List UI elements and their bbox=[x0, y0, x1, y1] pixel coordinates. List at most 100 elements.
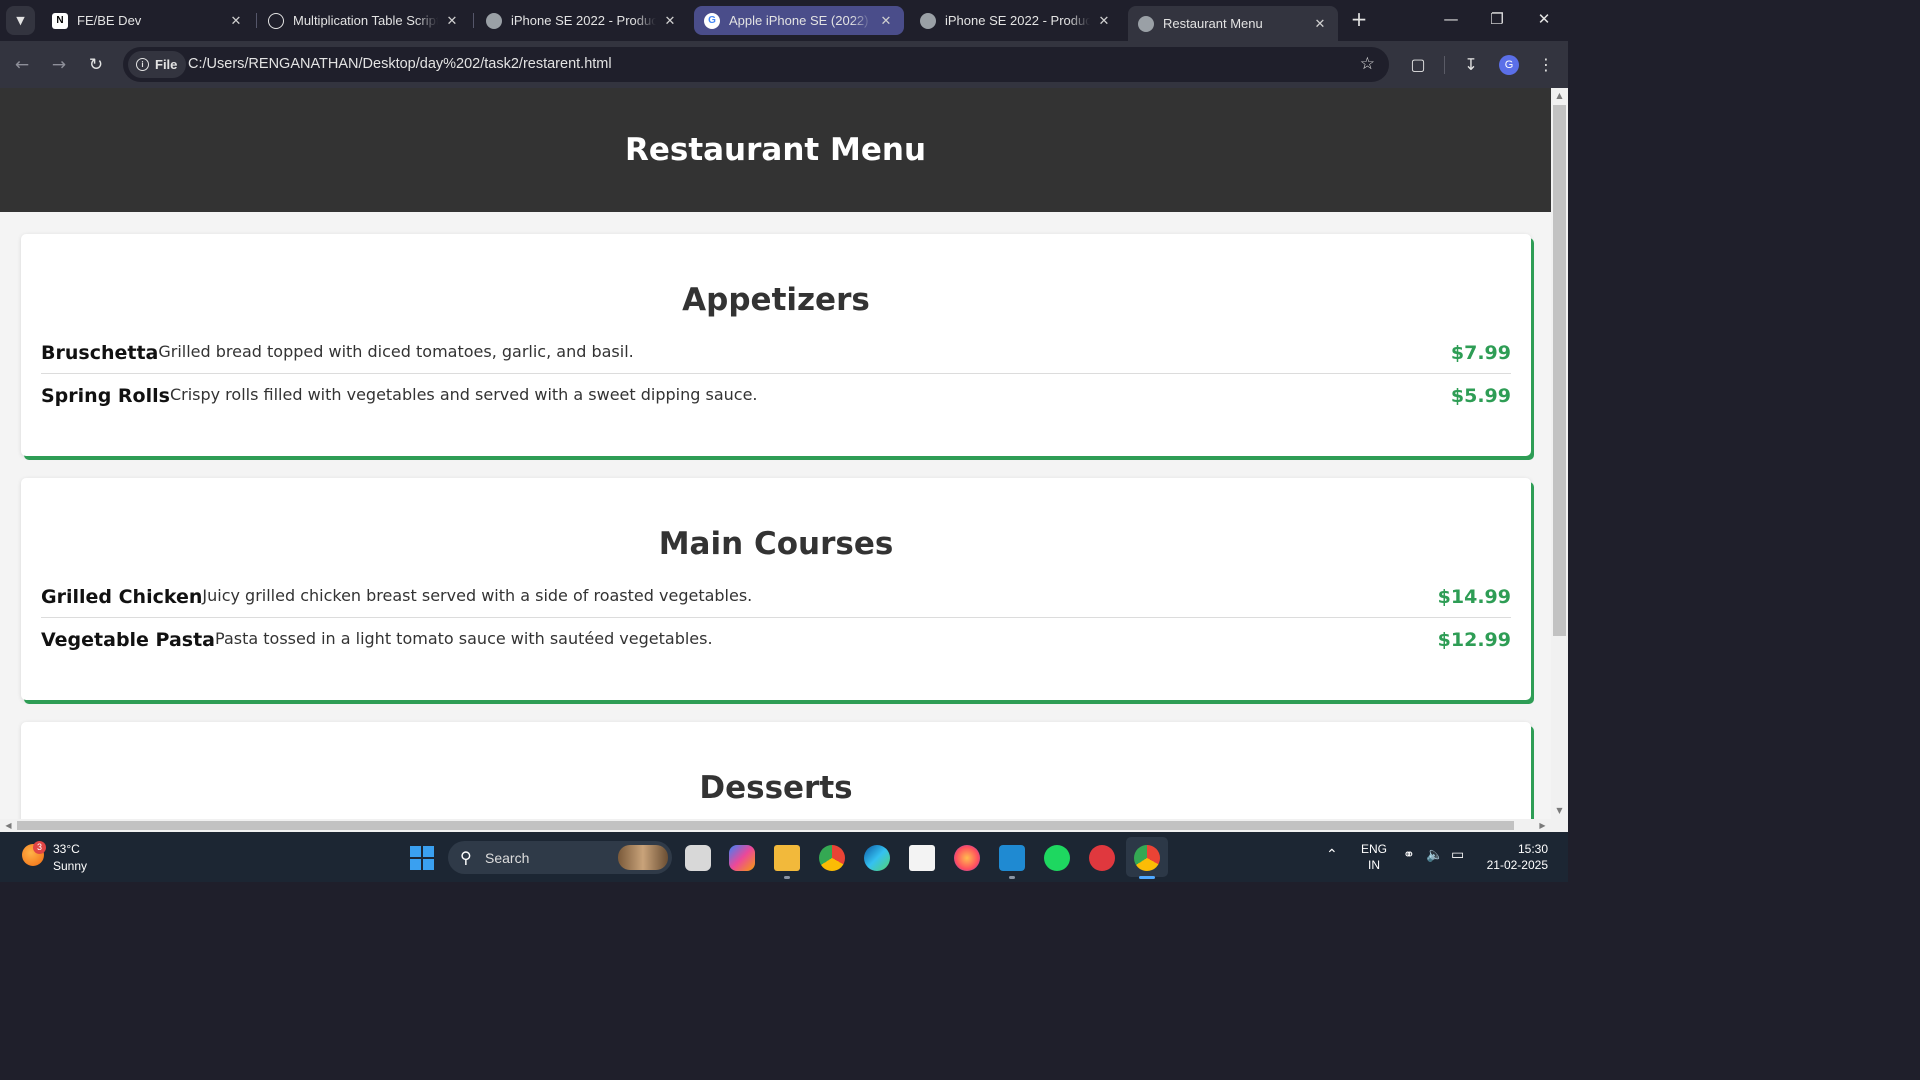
tray-chevron-up-icon[interactable]: ⌃ bbox=[1326, 846, 1338, 863]
close-window-icon[interactable]: ✕ bbox=[1533, 8, 1555, 30]
tab-restaurant-menu[interactable]: Restaurant Menu ✕ bbox=[1128, 6, 1338, 41]
site-info-chip[interactable]: i File bbox=[128, 51, 187, 78]
address-bar[interactable]: i File C:/Users/RENGANATHAN/Desktop/day%… bbox=[123, 47, 1389, 82]
tab-search-button[interactable]: ▼ bbox=[6, 6, 35, 35]
task-view-icon[interactable] bbox=[685, 845, 711, 871]
tab-apple-iphone-se-google[interactable]: G Apple iPhone SE (2022) - G ✕ bbox=[694, 6, 904, 35]
close-icon[interactable]: ✕ bbox=[1096, 13, 1112, 29]
volume-icon[interactable]: 🔈 bbox=[1426, 846, 1443, 863]
horizontal-scrollbar[interactable]: ◀ ▶ bbox=[0, 819, 1568, 832]
edge-icon[interactable] bbox=[864, 845, 890, 871]
close-icon[interactable]: ✕ bbox=[1312, 16, 1328, 32]
menu-item: Bruschetta Grilled bread topped with dic… bbox=[41, 336, 1511, 364]
tab-multiplication-table[interactable]: Multiplication Table Script ✕ bbox=[258, 6, 470, 35]
active-indicator bbox=[1139, 876, 1155, 879]
tab-title: Restaurant Menu bbox=[1163, 16, 1263, 31]
wifi-icon[interactable]: ⚭ bbox=[1403, 846, 1415, 863]
section-title: Main Courses bbox=[658, 526, 894, 562]
browser-toolbar: ← → ↻ i File C:/Users/RENGANATHAN/Deskto… bbox=[0, 41, 1568, 88]
back-icon[interactable]: ← bbox=[10, 53, 34, 77]
menu-item: Vegetable Pasta Pasta tossed in a light … bbox=[41, 629, 1511, 651]
info-icon: i bbox=[136, 58, 149, 71]
language-indicator[interactable]: ENG IN bbox=[1361, 841, 1387, 873]
notification-badge: 3 bbox=[33, 841, 46, 854]
vertical-scrollbar[interactable]: ▲ ▼ bbox=[1551, 88, 1568, 819]
copilot-icon[interactable] bbox=[729, 845, 755, 871]
microsoft-store-icon[interactable] bbox=[909, 845, 935, 871]
tab-title: Multiplication Table Script bbox=[293, 13, 438, 28]
forward-icon[interactable]: → bbox=[47, 53, 71, 77]
tab-iphone-se-product-1[interactable]: iPhone SE 2022 - Product S ✕ bbox=[476, 6, 688, 35]
item-name: Bruschetta bbox=[41, 342, 159, 364]
file-explorer-icon[interactable] bbox=[774, 845, 800, 871]
minimize-icon[interactable]: — bbox=[1440, 8, 1462, 30]
clock-date: 21-02-2025 bbox=[1486, 858, 1548, 872]
item-price: $12.99 bbox=[1437, 629, 1511, 651]
lang-line2: IN bbox=[1368, 858, 1380, 872]
chip-label: File bbox=[155, 57, 178, 72]
chrome-profile-icon[interactable] bbox=[1134, 845, 1160, 871]
chrome-icon[interactable] bbox=[819, 845, 845, 871]
scroll-left-icon[interactable]: ◀ bbox=[0, 819, 17, 832]
battery-icon[interactable]: ▭ bbox=[1451, 846, 1464, 863]
scroll-down-icon[interactable]: ▼ bbox=[1551, 803, 1568, 819]
tab-title: Apple iPhone SE (2022) - G bbox=[729, 13, 872, 28]
windows-start-icon[interactable] bbox=[410, 846, 434, 870]
tab-separator bbox=[473, 13, 474, 28]
menu-item: Grilled Chicken Juicy grilled chicken br… bbox=[41, 580, 1511, 608]
chevron-down-icon: ▼ bbox=[16, 14, 25, 27]
globe-icon bbox=[1138, 15, 1154, 32]
globe-icon bbox=[486, 12, 502, 29]
running-indicator bbox=[784, 876, 790, 879]
section-title: Desserts bbox=[699, 770, 853, 806]
page-viewport: Restaurant Menu Appetizers Bruschetta Gr… bbox=[0, 88, 1551, 819]
google-icon: G bbox=[704, 12, 720, 29]
tab-strip: ▼ N FE/BE Dev ✕ Multiplication Table Scr… bbox=[0, 0, 1568, 41]
tab-separator bbox=[256, 13, 257, 28]
close-icon[interactable]: ✕ bbox=[878, 13, 894, 29]
extensions-icon[interactable]: ▢ bbox=[1406, 53, 1430, 77]
firefox-icon[interactable] bbox=[954, 845, 980, 871]
close-icon[interactable]: ✕ bbox=[228, 13, 244, 29]
tab-fe-be-dev[interactable]: N FE/BE Dev ✕ bbox=[42, 6, 254, 35]
item-description: Crispy rolls filled with vegetables and … bbox=[169, 385, 758, 404]
scroll-up-icon[interactable]: ▲ bbox=[1551, 88, 1568, 104]
clock[interactable]: 15:30 21-02-2025 bbox=[1487, 841, 1548, 873]
close-icon[interactable]: ✕ bbox=[444, 13, 460, 29]
item-divider bbox=[41, 373, 1511, 374]
close-icon[interactable]: ✕ bbox=[662, 13, 678, 29]
item-divider bbox=[41, 617, 1511, 618]
restore-icon[interactable]: ❐ bbox=[1486, 8, 1508, 30]
running-indicator bbox=[1009, 876, 1015, 879]
toolbar-divider bbox=[1444, 56, 1445, 74]
download-icon[interactable]: ↧ bbox=[1459, 53, 1483, 77]
item-price: $14.99 bbox=[1437, 586, 1511, 608]
item-name: Spring Rolls bbox=[41, 385, 170, 407]
item-description: Grilled bread topped with diced tomatoes… bbox=[158, 342, 634, 361]
item-description: Juicy grilled chicken breast served with… bbox=[202, 586, 753, 605]
spotify-icon[interactable] bbox=[1044, 845, 1070, 871]
wps-office-icon[interactable] bbox=[1089, 845, 1115, 871]
scrollbar-thumb[interactable] bbox=[17, 821, 1514, 830]
scrollbar-thumb[interactable] bbox=[1553, 105, 1566, 636]
taskbar-search[interactable]: ⚲ Search bbox=[448, 841, 672, 874]
vscode-icon[interactable] bbox=[999, 845, 1025, 871]
lang-line1: ENG bbox=[1361, 842, 1388, 856]
profile-avatar[interactable]: G bbox=[1499, 55, 1519, 75]
scroll-right-icon[interactable]: ▶ bbox=[1534, 819, 1551, 832]
menu-kebab-icon[interactable]: ⋮ bbox=[1534, 53, 1558, 77]
new-tab-button[interactable]: + bbox=[1348, 8, 1370, 30]
item-price: $7.99 bbox=[1450, 342, 1511, 364]
search-label: Search bbox=[485, 850, 530, 866]
tab-title: FE/BE Dev bbox=[77, 13, 142, 28]
tab-title: iPhone SE 2022 - Product S bbox=[945, 13, 1090, 28]
bookmark-star-icon[interactable]: ☆ bbox=[1360, 54, 1375, 74]
reload-icon[interactable]: ↻ bbox=[84, 53, 108, 77]
url-text[interactable]: C:/Users/RENGANATHAN/Desktop/day%202/tas… bbox=[188, 56, 612, 72]
weather-condition[interactable]: Sunny bbox=[53, 859, 87, 873]
tab-iphone-se-product-2[interactable]: iPhone SE 2022 - Product S ✕ bbox=[910, 6, 1122, 35]
clock-time: 15:30 bbox=[1517, 842, 1548, 856]
weather-temperature[interactable]: 33°C bbox=[53, 842, 80, 856]
search-icon: ⚲ bbox=[460, 850, 472, 867]
tab-title: iPhone SE 2022 - Product S bbox=[511, 13, 656, 28]
